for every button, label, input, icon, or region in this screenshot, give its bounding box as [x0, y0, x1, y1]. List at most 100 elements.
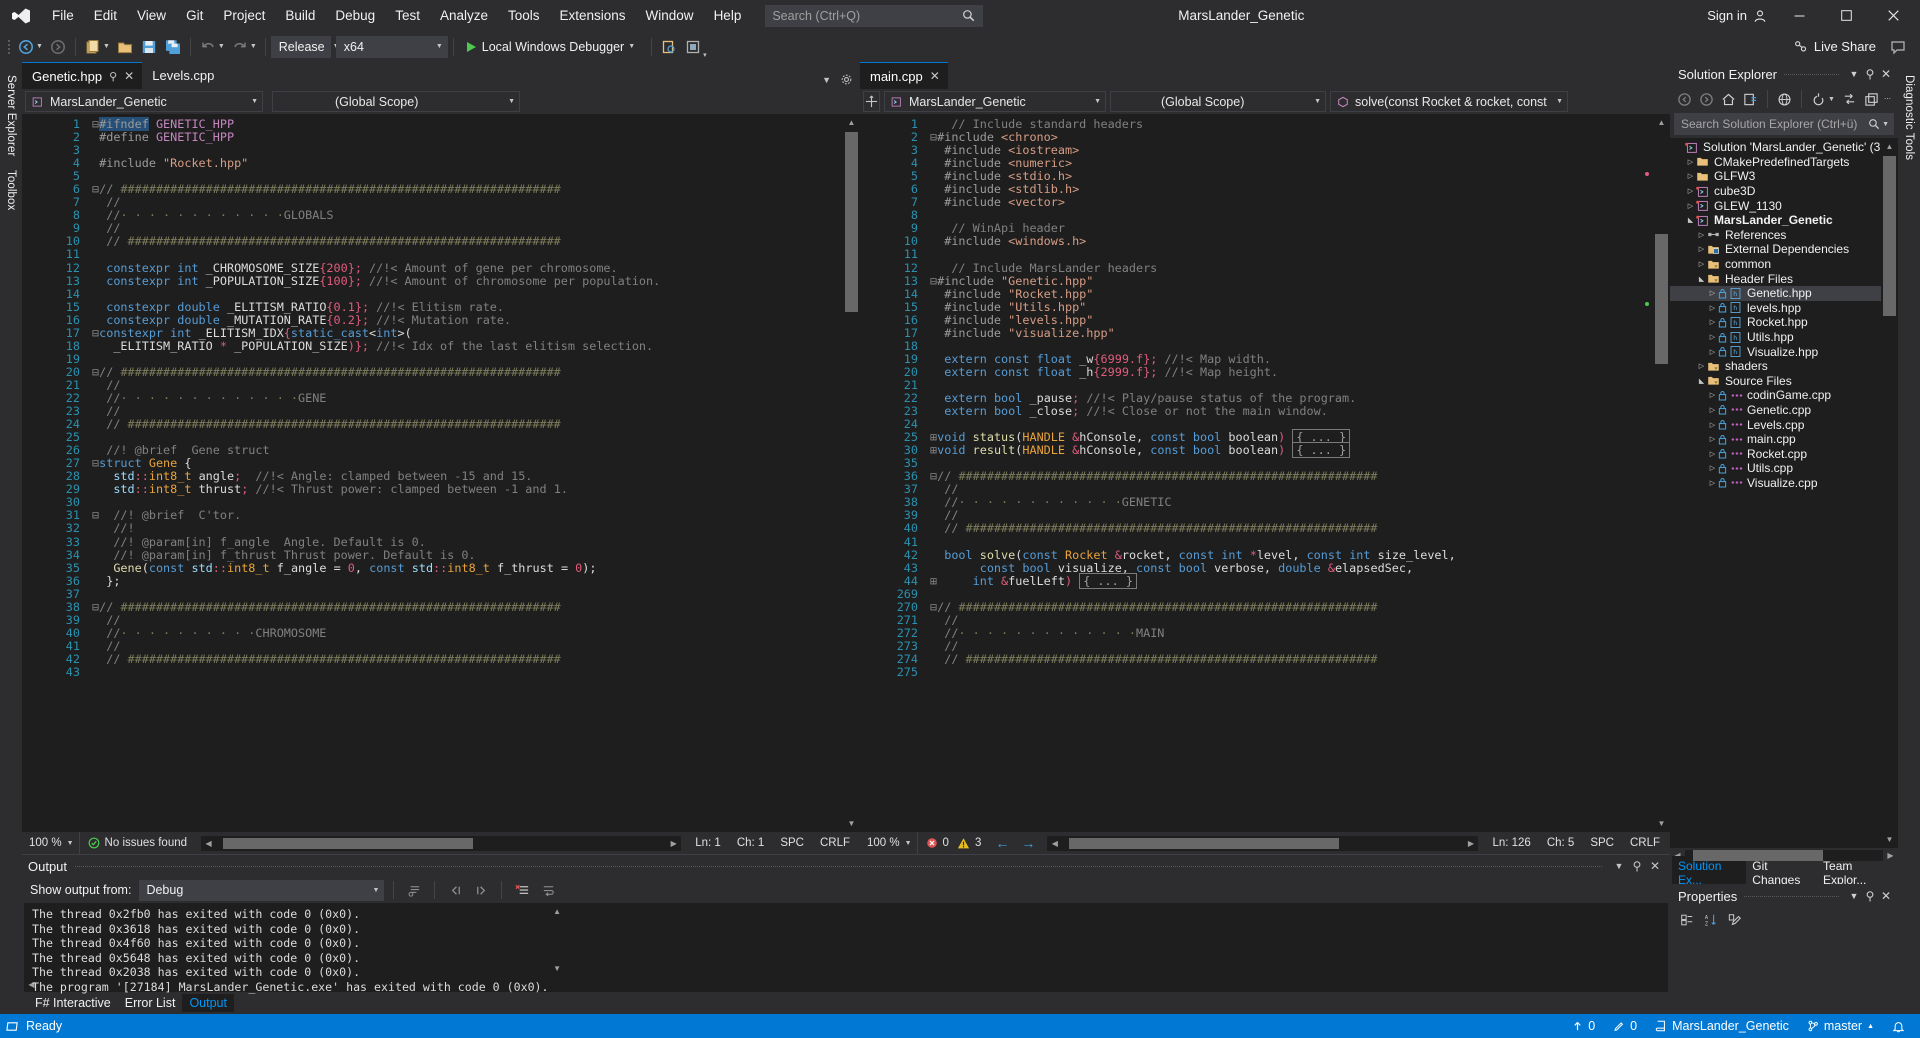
tree-item-utils-hpp[interactable]: ▷ h Utils.hpp [1670, 330, 1898, 345]
scroll-left-icon[interactable]: ◀ [1047, 839, 1062, 848]
chevron-right-icon[interactable]: ▷ [1707, 391, 1718, 399]
minimize-icon[interactable] [1777, 0, 1822, 31]
tree-item-visualize-hpp[interactable]: ▷ h Visualize.hpp [1670, 344, 1898, 359]
tree-item-main-cpp[interactable]: ▷ main.cpp [1670, 432, 1898, 447]
platform-combo[interactable]: x64 ▼ [335, 35, 448, 58]
live-share-button[interactable]: Live Share [1783, 39, 1886, 54]
alphabetical-icon[interactable]: AZ [1700, 910, 1721, 931]
scroll-up-icon[interactable]: ▲ [1653, 114, 1670, 131]
save-all-icon[interactable] [161, 35, 185, 59]
show-all-files-icon[interactable] [1774, 89, 1795, 110]
properties-icon[interactable] [1861, 89, 1882, 110]
right-nav-member-combo[interactable]: solve(const Rocket & rocket, const int *… [1330, 91, 1568, 112]
notifications-button[interactable] [1883, 1014, 1914, 1038]
hscrollbar-thumb[interactable] [223, 837, 474, 849]
tree-item-rocket-hpp[interactable]: ▷ h Rocket.hpp [1670, 315, 1898, 330]
chevron-down-icon[interactable]: ▼ [1828, 96, 1838, 103]
attach-process-icon[interactable] [657, 35, 681, 59]
tree-item-codingame-cpp[interactable]: ▷ codinGame.cpp [1670, 388, 1898, 403]
menu-window[interactable]: Window [636, 4, 704, 27]
back-icon[interactable] [1674, 89, 1695, 110]
tree-item-glfw3[interactable]: ▷ GLFW3 [1670, 169, 1898, 184]
output-vertical-scrollbar[interactable]: ▲ ▼ [548, 903, 566, 977]
right-error-count[interactable]: 0 [918, 837, 957, 849]
chevron-down-icon[interactable]: ▼ [1882, 121, 1889, 128]
left-zoom-combo[interactable]: 100 % ▼ [24, 832, 80, 854]
tree-item-glew-1130[interactable]: ▷ GLEW_1130 [1670, 198, 1898, 213]
scroll-up-icon[interactable]: ▲ [1881, 138, 1898, 155]
right-prev-issue-button[interactable]: ← [989, 835, 1015, 851]
toolbar-overflow-icon[interactable]: ▾ [703, 51, 710, 62]
gear-icon[interactable] [840, 73, 853, 86]
right-source-code[interactable]: 1 // Include standard headers 2 ⊟#include… [882, 114, 1653, 679]
left-nav-project-combo[interactable]: MarsLander_Genetic ▼ [25, 91, 263, 112]
pin-icon[interactable]: ⚲ [1628, 859, 1646, 873]
rail-tab-diagnostic-tools[interactable]: Diagnostic Tools [1900, 68, 1918, 167]
undo-icon[interactable] [196, 35, 220, 59]
menu-git[interactable]: Git [176, 4, 213, 27]
close-icon[interactable]: ✕ [930, 69, 940, 83]
left-issues-indicator[interactable]: No issues found [80, 837, 195, 849]
right-next-issue-button[interactable]: → [1015, 835, 1041, 851]
tab-output[interactable]: Output [182, 994, 234, 1012]
sign-in-button[interactable]: Sign in [1699, 4, 1775, 27]
pin-icon[interactable]: ⚲ [1862, 889, 1878, 903]
redo-icon[interactable] [228, 35, 252, 59]
solution-tree[interactable]: Solution 'MarsLander_Genetic' (31 of ▷ CMa… [1670, 138, 1898, 848]
go-to-next-icon[interactable] [470, 879, 492, 901]
rail-tab-toolbox[interactable]: Toolbox [2, 163, 20, 217]
tree-item-utils-cpp[interactable]: ▷ Utils.cpp [1670, 461, 1898, 476]
chevron-right-icon[interactable]: ▷ [1685, 187, 1696, 195]
right-nav-scope-combo[interactable]: (Global Scope) ▼ [1110, 91, 1326, 112]
menu-test[interactable]: Test [385, 4, 430, 27]
tree-item-header-files[interactable]: ◢ Header Files [1670, 271, 1898, 286]
right-glyph-margin[interactable] [860, 114, 882, 832]
chevron-right-icon[interactable]: ▷ [1707, 304, 1718, 312]
left-code-scroll[interactable]: 1 ⊟#ifndef GENETIC_HPP 2 #define GENETIC_… [44, 114, 843, 832]
tree-item-cube3d[interactable]: ▷ cube3D [1670, 184, 1898, 199]
pin-icon[interactable]: ⚲ [109, 70, 117, 83]
find-message-icon[interactable] [403, 879, 425, 901]
navigate-back-icon[interactable] [14, 35, 38, 59]
chevron-right-icon[interactable]: ▷ [1707, 479, 1718, 487]
close-icon[interactable]: ✕ [1878, 67, 1894, 81]
maximize-icon[interactable] [1824, 0, 1869, 31]
scroll-up-icon[interactable]: ▲ [549, 903, 566, 920]
select-window-icon[interactable] [681, 35, 705, 59]
go-to-previous-icon[interactable] [444, 879, 466, 901]
branch-indicator[interactable]: master ▲ [1798, 1014, 1883, 1038]
chevron-right-icon[interactable]: ▷ [1696, 362, 1707, 370]
chevron-right-icon[interactable]: ▷ [1696, 245, 1707, 253]
overflow-icon[interactable]: ⋯ [1884, 95, 1894, 103]
pending-changes-icon[interactable] [1740, 89, 1761, 110]
new-project-dropdown-icon[interactable]: ▼ [103, 43, 113, 50]
right-zoom-combo[interactable]: 100 % ▼ [862, 832, 918, 854]
tab-levels-cpp[interactable]: Levels.cpp [142, 62, 222, 89]
redo-dropdown-icon[interactable]: ▼ [250, 43, 260, 50]
chevron-right-icon[interactable]: ▷ [1707, 406, 1718, 414]
tree-item-common[interactable]: ▷ common [1670, 257, 1898, 272]
repository-indicator[interactable]: MarsLander_Genetic [1646, 1014, 1798, 1038]
close-icon[interactable]: ✕ [1646, 859, 1664, 873]
forward-icon[interactable] [1696, 89, 1717, 110]
close-icon[interactable] [1871, 0, 1916, 31]
right-nav-project-combo[interactable]: MarsLander_Genetic ▼ [884, 91, 1106, 112]
navigate-forward-icon[interactable] [46, 35, 70, 59]
properties-page-icon[interactable] [1724, 910, 1745, 931]
scroll-down-icon[interactable]: ▼ [1881, 831, 1898, 848]
menu-build[interactable]: Build [275, 4, 325, 27]
tree-item-rocket-cpp[interactable]: ▷ Rocket.cpp [1670, 446, 1898, 461]
solution-tree-hscrollbar[interactable]: ◀ ▶ [1670, 848, 1898, 862]
scroll-down-icon[interactable]: ▼ [1653, 815, 1670, 832]
chevron-right-icon[interactable]: ▷ [1707, 464, 1718, 472]
chevron-down-icon[interactable]: ◢ [1696, 275, 1707, 283]
quick-launch-search[interactable]: Search (Ctrl+Q) [765, 4, 984, 27]
refresh-icon[interactable] [1808, 89, 1829, 110]
unstaged-changes[interactable]: 0 [1604, 1014, 1646, 1038]
chevron-right-icon[interactable]: ▷ [1707, 435, 1718, 443]
scroll-right-icon[interactable]: ▶ [666, 839, 681, 848]
unpushed-commits[interactable]: 0 [1563, 1014, 1604, 1038]
menu-edit[interactable]: Edit [84, 4, 127, 27]
close-icon[interactable]: ✕ [1878, 889, 1894, 903]
save-icon[interactable] [137, 35, 161, 59]
